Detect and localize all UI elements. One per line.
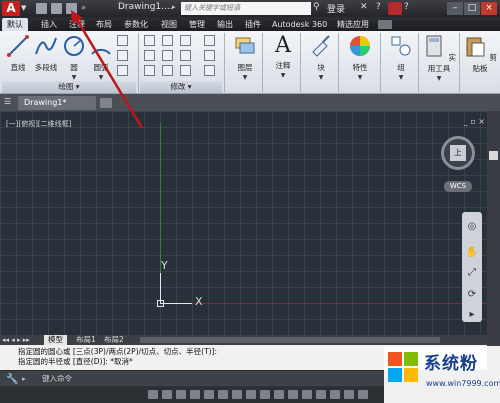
- annotation-arrow: [71, 10, 144, 129]
